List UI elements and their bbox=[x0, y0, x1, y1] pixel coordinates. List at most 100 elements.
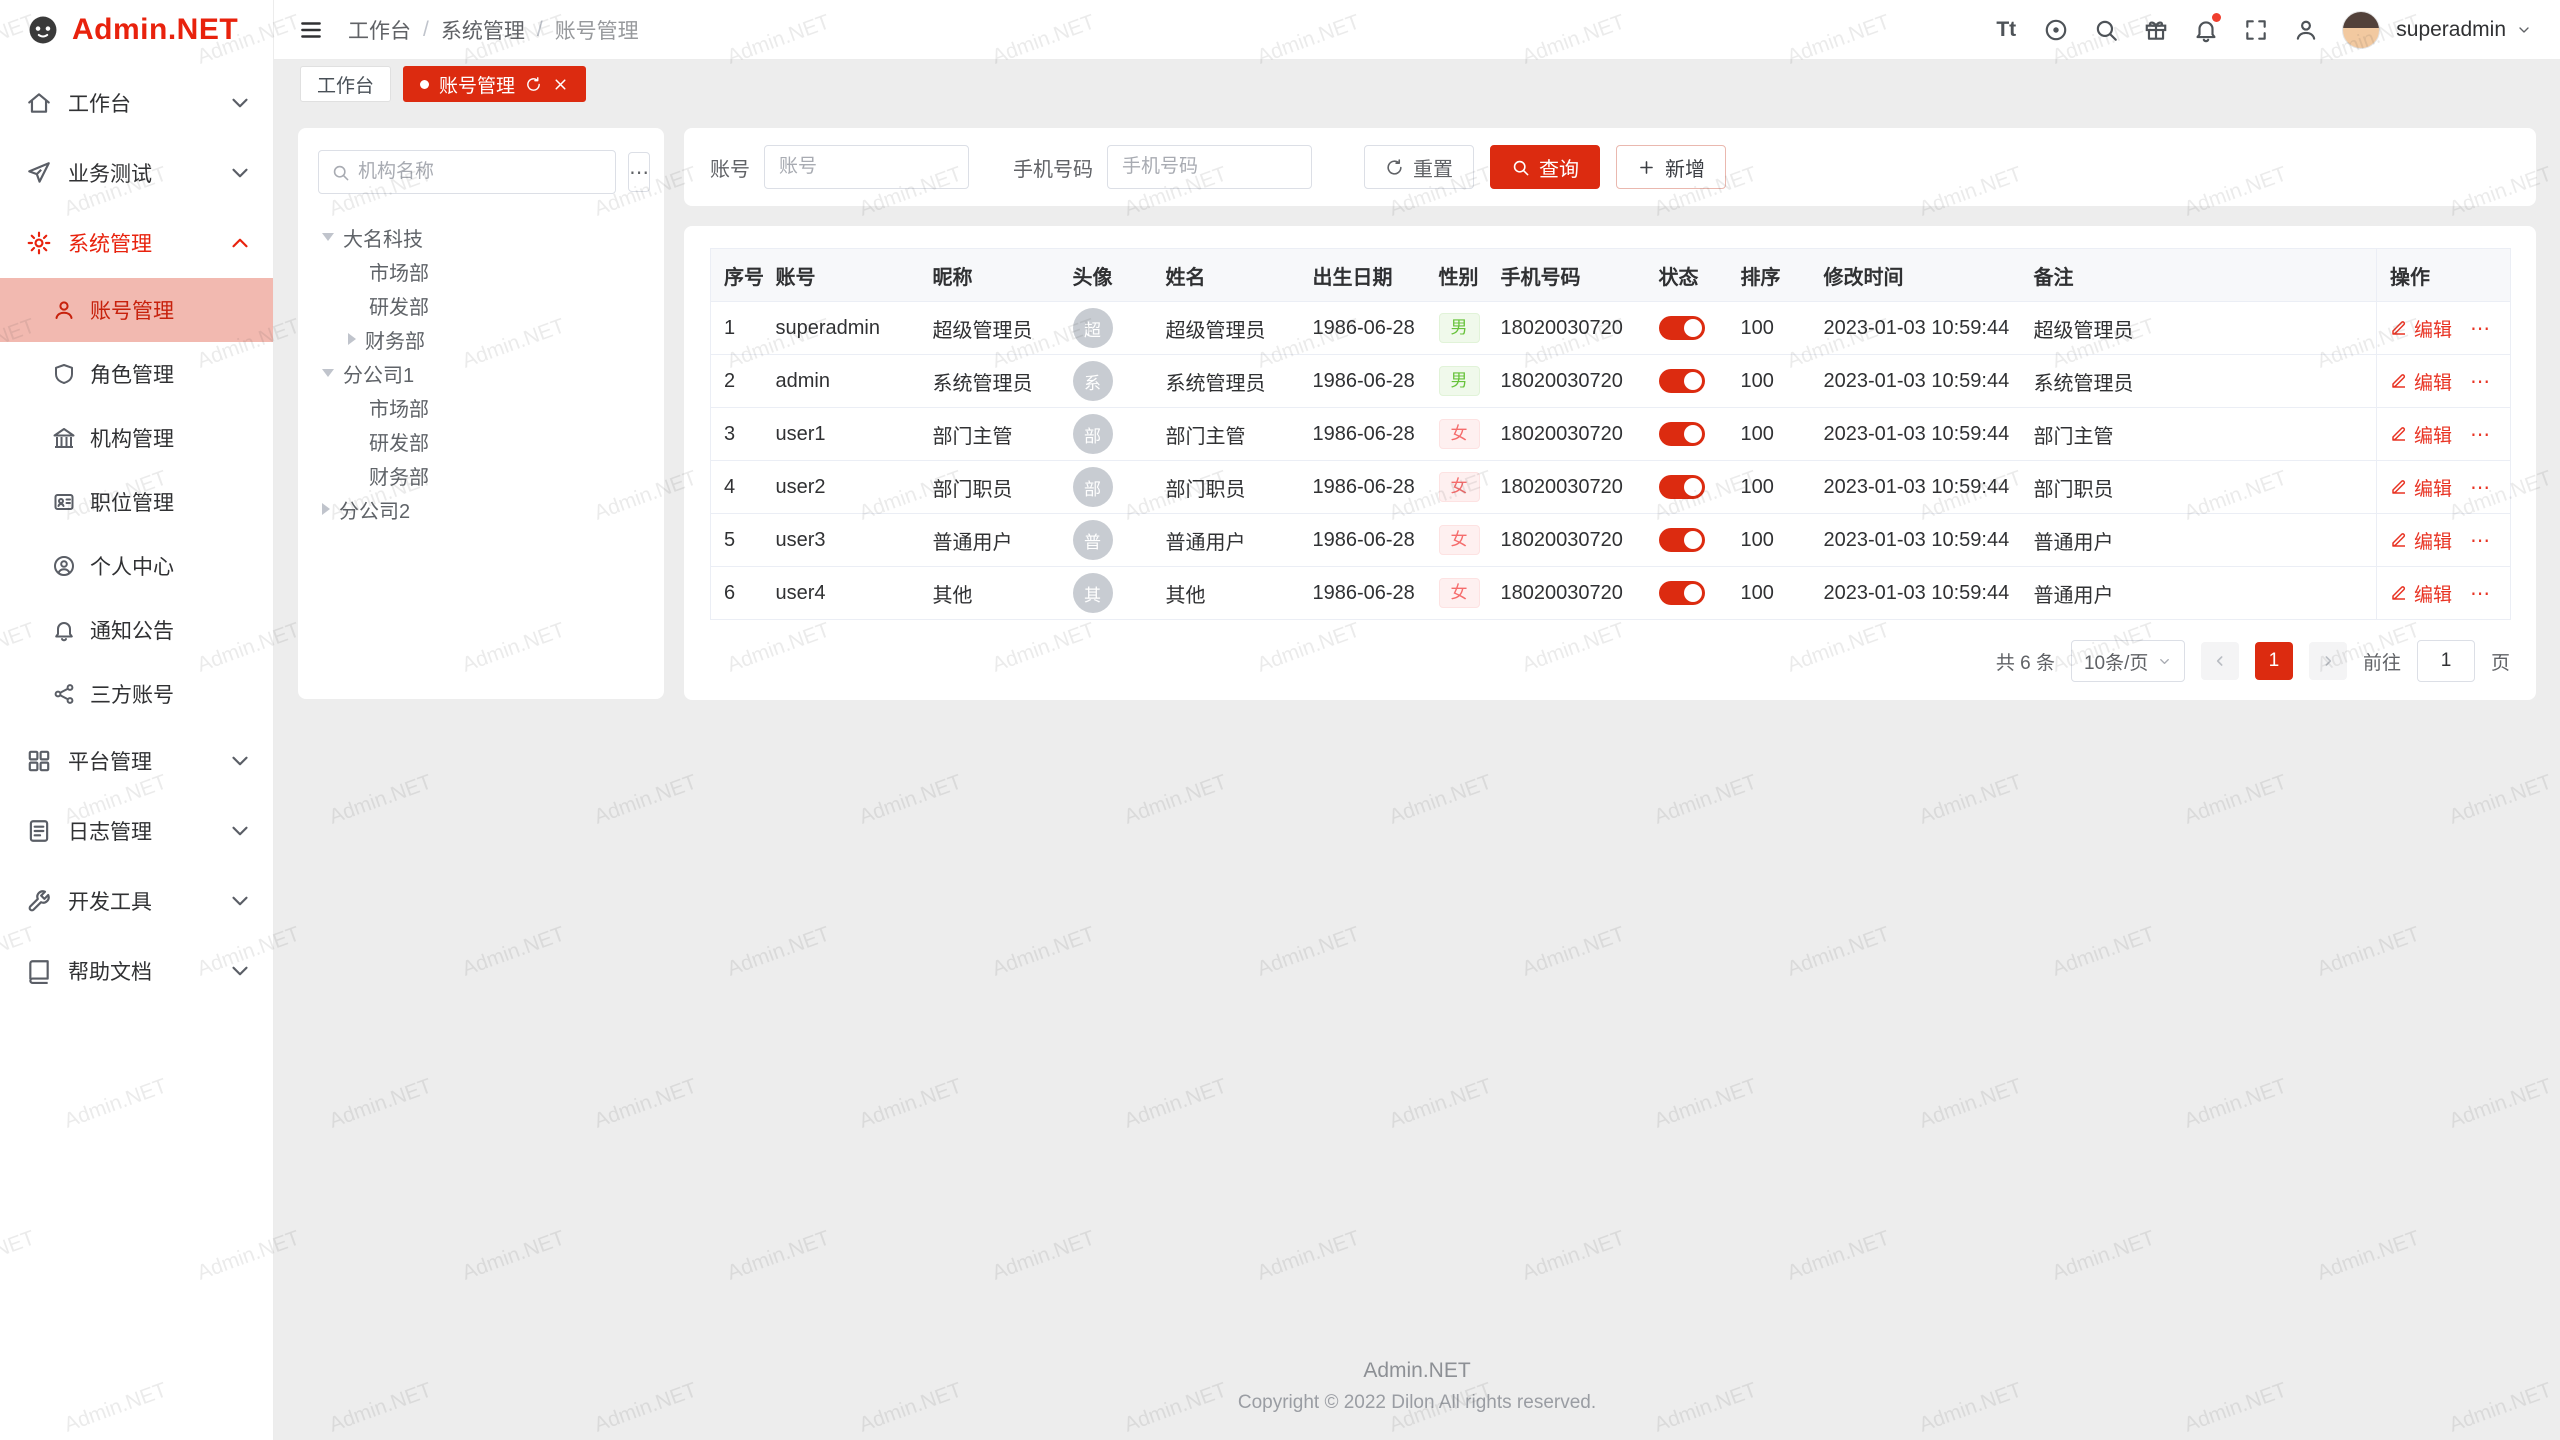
page-unit-label: 页 bbox=[2491, 648, 2510, 675]
tree-node[interactable]: 分公司1 bbox=[318, 356, 644, 390]
breadcrumb-item[interactable]: 系统管理 bbox=[441, 15, 525, 45]
cell-name: 超级管理员 bbox=[1153, 302, 1300, 355]
accounts-table: 序号 账号 昵称 头像 姓名 出生日期 性别 手机号码 状态 排序 修改时间 bbox=[710, 248, 2511, 620]
row-more-actions-button[interactable]: ⋯ bbox=[2470, 316, 2492, 341]
add-button[interactable]: 新增 bbox=[1616, 145, 1726, 189]
sidebar-item-platform-management[interactable]: 平台管理 bbox=[0, 726, 273, 796]
username[interactable]: superadmin bbox=[2396, 18, 2506, 42]
search-button[interactable]: 查询 bbox=[1490, 145, 1600, 189]
gift-icon bbox=[2143, 17, 2169, 43]
sidebar-item-third-party-account[interactable]: 三方账号 bbox=[0, 662, 273, 726]
row-more-actions-button[interactable]: ⋯ bbox=[2470, 422, 2492, 447]
gender-badge: 女 bbox=[1439, 419, 1480, 449]
goto-label: 前往 bbox=[2363, 648, 2401, 675]
row-more-actions-button[interactable]: ⋯ bbox=[2470, 475, 2492, 500]
breadcrumb-item[interactable]: 工作台 bbox=[348, 15, 411, 45]
row-more-actions-button[interactable]: ⋯ bbox=[2470, 528, 2492, 553]
tree-node[interactable]: 财务部 bbox=[318, 458, 644, 492]
global-search-button[interactable] bbox=[2084, 8, 2128, 52]
share-icon bbox=[52, 682, 76, 706]
tree-node[interactable]: 研发部 bbox=[318, 424, 644, 458]
org-search-input[interactable] bbox=[358, 161, 603, 183]
sidebar-item-system-management[interactable]: 系统管理 bbox=[0, 208, 273, 278]
tab-account-management[interactable]: 账号管理 bbox=[403, 66, 586, 102]
sidebar-item-position-management[interactable]: 职位管理 bbox=[0, 470, 273, 534]
sidebar-item-dev-tools[interactable]: 开发工具 bbox=[0, 866, 273, 936]
cell-order: 100 bbox=[1728, 514, 1811, 567]
caret-right-icon[interactable] bbox=[322, 503, 330, 515]
caret-down-icon[interactable] bbox=[322, 233, 334, 241]
tree-node[interactable]: 分公司2 bbox=[318, 492, 644, 526]
breadcrumb-separator: / bbox=[423, 18, 429, 42]
notification-badge bbox=[2212, 13, 2221, 22]
status-toggle[interactable] bbox=[1659, 369, 1705, 393]
tree-node[interactable]: 市场部 bbox=[318, 390, 644, 424]
edit-button[interactable]: 编辑 bbox=[2390, 474, 2452, 501]
account-filter-input[interactable] bbox=[764, 145, 969, 189]
status-toggle[interactable] bbox=[1659, 581, 1705, 605]
tab-workbench[interactable]: 工作台 bbox=[300, 66, 391, 102]
column-header-birthday: 出生日期 bbox=[1300, 249, 1426, 302]
chevron-down-icon[interactable] bbox=[2516, 22, 2532, 38]
goto-page-input[interactable] bbox=[2417, 640, 2475, 682]
font-size-button[interactable]: Tt bbox=[1984, 8, 2028, 52]
tree-node[interactable]: 市场部 bbox=[318, 254, 644, 288]
hamburger-menu-icon[interactable] bbox=[298, 17, 324, 43]
breadcrumb-separator: / bbox=[537, 18, 543, 42]
prev-page-button[interactable] bbox=[2201, 642, 2239, 680]
tree-node-label: 财务部 bbox=[369, 461, 429, 490]
skin-button[interactable] bbox=[2134, 8, 2178, 52]
caret-down-icon[interactable] bbox=[322, 369, 334, 377]
cell-phone: 18020030720 bbox=[1488, 514, 1646, 567]
pagination: 共 6 条 10条/页 1 前往 页 bbox=[710, 640, 2510, 682]
org-search-box bbox=[318, 150, 616, 194]
edit-button[interactable]: 编辑 bbox=[2390, 368, 2452, 395]
edit-button[interactable]: 编辑 bbox=[2390, 421, 2452, 448]
sidebar-item-notice[interactable]: 通知公告 bbox=[0, 598, 273, 662]
sidebar-item-org-management[interactable]: 机构管理 bbox=[0, 406, 273, 470]
chevron-left-icon bbox=[2212, 653, 2228, 669]
user-avatar[interactable] bbox=[2342, 11, 2380, 49]
app-logo[interactable]: Admin.NET bbox=[0, 0, 273, 60]
theme-button[interactable] bbox=[2034, 8, 2078, 52]
edit-button[interactable]: 编辑 bbox=[2390, 527, 2452, 554]
close-icon[interactable] bbox=[552, 76, 569, 93]
notifications-button[interactable] bbox=[2184, 8, 2228, 52]
sidebar-item-help-docs[interactable]: 帮助文档 bbox=[0, 936, 273, 1006]
document-icon bbox=[26, 818, 52, 844]
lock-screen-button[interactable] bbox=[2284, 8, 2328, 52]
tree-node-label: 研发部 bbox=[369, 291, 429, 320]
gear-icon bbox=[26, 230, 52, 256]
phone-filter-input[interactable] bbox=[1107, 145, 1312, 189]
sidebar-item-business-test[interactable]: 业务测试 bbox=[0, 138, 273, 208]
tree-node[interactable]: 研发部 bbox=[318, 288, 644, 322]
status-toggle[interactable] bbox=[1659, 475, 1705, 499]
org-tree-more-button[interactable]: ⋯ bbox=[628, 152, 650, 192]
current-page-button[interactable]: 1 bbox=[2255, 642, 2293, 680]
filter-bar: 账号 手机号码 重置 查询 bbox=[684, 128, 2536, 206]
sidebar-item-workbench[interactable]: 工作台 bbox=[0, 68, 273, 138]
sidebar-item-account-management[interactable]: 账号管理 bbox=[0, 278, 273, 342]
row-more-actions-button[interactable]: ⋯ bbox=[2470, 369, 2492, 394]
tree-node[interactable]: 大名科技 bbox=[318, 220, 644, 254]
sidebar-item-log-management[interactable]: 日志管理 bbox=[0, 796, 273, 866]
edit-button[interactable]: 编辑 bbox=[2390, 315, 2452, 342]
caret-right-icon[interactable] bbox=[348, 333, 356, 345]
reset-button[interactable]: 重置 bbox=[1364, 145, 1474, 189]
column-header-gender: 性别 bbox=[1426, 249, 1488, 302]
row-more-actions-button[interactable]: ⋯ bbox=[2470, 581, 2492, 606]
cell-nickname: 系统管理员 bbox=[920, 355, 1060, 408]
tree-node[interactable]: 财务部 bbox=[318, 322, 644, 356]
sidebar-item-personal-center[interactable]: 个人中心 bbox=[0, 534, 273, 598]
status-toggle[interactable] bbox=[1659, 422, 1705, 446]
fullscreen-button[interactable] bbox=[2234, 8, 2278, 52]
edit-button[interactable]: 编辑 bbox=[2390, 580, 2452, 607]
status-toggle[interactable] bbox=[1659, 316, 1705, 340]
cell-name: 部门职员 bbox=[1153, 461, 1300, 514]
row-avatar: 其 bbox=[1073, 573, 1113, 613]
page-size-select[interactable]: 10条/页 bbox=[2071, 640, 2185, 682]
status-toggle[interactable] bbox=[1659, 528, 1705, 552]
refresh-icon[interactable] bbox=[525, 76, 542, 93]
next-page-button[interactable] bbox=[2309, 642, 2347, 680]
sidebar-item-role-management[interactable]: 角色管理 bbox=[0, 342, 273, 406]
